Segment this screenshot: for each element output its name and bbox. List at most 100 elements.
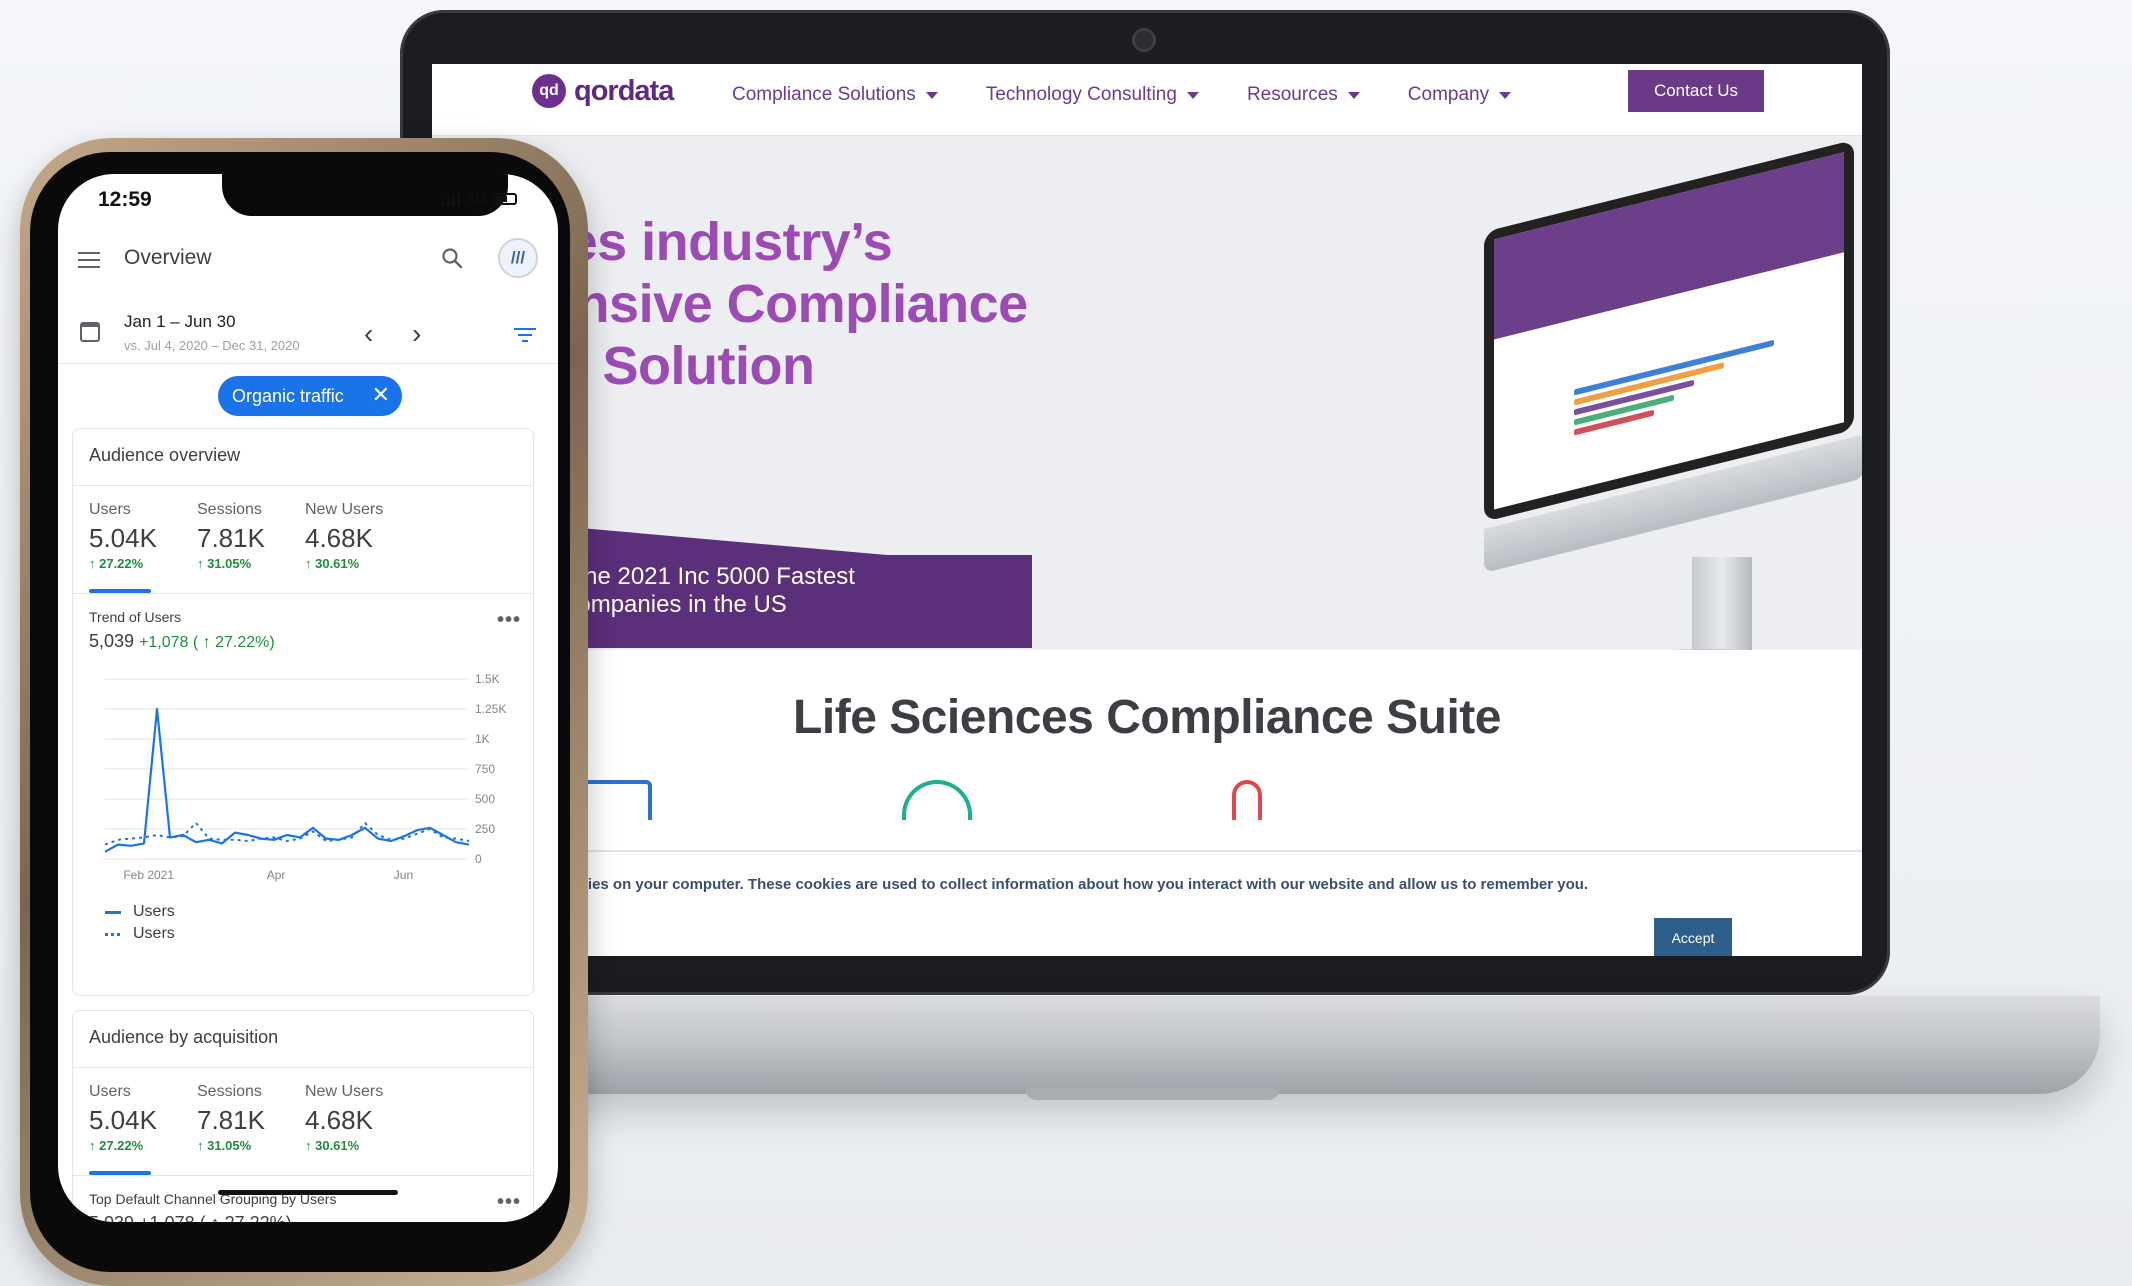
caret-down-icon	[925, 91, 938, 99]
signal-icon	[442, 192, 460, 206]
laptop-lid-notch	[1025, 1088, 1280, 1100]
monitor-stand	[1692, 557, 1752, 657]
avatar[interactable]: ///	[498, 238, 538, 278]
filter-icon[interactable]	[514, 328, 536, 346]
metric-label: Users	[89, 1083, 131, 1100]
laptop-screen: qd qordata Compliance Solutions Technolo…	[432, 64, 1862, 956]
nav-company[interactable]: Company	[1408, 84, 1512, 106]
more-options-icon[interactable]: •••	[497, 1191, 521, 1214]
accept-cookies-button[interactable]: Accept	[1654, 918, 1732, 956]
legend-label: Users	[133, 903, 175, 920]
caret-down-icon	[1347, 91, 1360, 99]
menu-icon[interactable]	[78, 252, 100, 268]
network-type: 4G	[466, 190, 488, 207]
legend-label: Users	[133, 925, 175, 942]
laptop-base	[340, 996, 2100, 1094]
filter-chip[interactable]: Organic traffic ✕	[218, 376, 402, 416]
metric-delta: ↑ 27.22%	[89, 556, 144, 571]
hero-section: ciences industry’s prehensive Compliance…	[432, 137, 1862, 665]
nav-resources[interactable]: Resources	[1247, 84, 1360, 106]
cookie-banner: s website stores cookies on your compute…	[432, 850, 1862, 956]
qordata-logo[interactable]: qd qordata	[532, 74, 674, 108]
y-tick-label: 500	[475, 792, 495, 806]
status-time: 12:59	[98, 188, 152, 211]
caret-down-icon	[1186, 91, 1199, 99]
monitor-chart-illustration	[1574, 335, 1794, 440]
calendar-icon	[80, 322, 100, 342]
trend-value: 5,039 +1,078 ( ↑ 27.22%)	[89, 631, 275, 652]
chevron-left-icon[interactable]: ‹	[364, 318, 373, 350]
metric-label: Sessions	[197, 501, 262, 518]
date-range: Jan 1 – Jun 30	[124, 312, 236, 331]
monitor-banner	[1494, 152, 1844, 340]
metric-sessions[interactable]: Sessions 7.81K ↑ 31.05%	[197, 1083, 265, 1153]
metric-new-users[interactable]: New Users 4.68K ↑ 30.61%	[305, 501, 383, 571]
trend-value-number: 5,039	[89, 631, 135, 651]
card-divider	[73, 593, 533, 594]
metric-delta: ↑ 27.22%	[89, 1138, 144, 1153]
search-icon[interactable]	[440, 246, 464, 270]
location-icon	[1232, 780, 1262, 820]
date-range-row[interactable]: Jan 1 – Jun 30 vs. Jul 4, 2020 – Dec 31,…	[58, 304, 558, 364]
x-tick-label: Jun	[394, 868, 413, 882]
metric-value: 5.04K	[89, 1105, 157, 1135]
more-options-icon[interactable]: •••	[497, 609, 521, 632]
y-tick-label: 1.25K	[475, 702, 506, 716]
nav-technology-consulting[interactable]: Technology Consulting	[986, 84, 1199, 106]
trend-title: Trend of Users	[89, 609, 182, 625]
trend-line-chart: 1.5K 1.25K 1K 750 500 250 0 Feb 2021 Apr Jun	[104, 672, 506, 882]
card-title: Audience overview	[89, 445, 241, 465]
page-title: Overview	[124, 246, 212, 269]
phone-screen: 12:59 4G Overview /// Jan 1 – Jun 30 vs.…	[58, 174, 558, 1222]
app-bar: Overview ///	[58, 232, 558, 292]
legend-item: Users	[105, 925, 175, 943]
metric-new-users[interactable]: New Users 4.68K ↑ 30.61%	[305, 1083, 383, 1153]
metric-users[interactable]: Users 5.04K ↑ 27.22%	[89, 1083, 157, 1153]
nav-compliance-solutions[interactable]: Compliance Solutions	[732, 84, 938, 106]
card-divider	[73, 1067, 533, 1068]
site-header: qd qordata Compliance Solutions Technolo…	[432, 64, 1862, 136]
metric-value: 7.81K	[197, 1105, 265, 1135]
signal-icon	[902, 780, 972, 820]
metric-value: 5.04K	[89, 523, 157, 553]
metric-label: Users	[89, 501, 131, 518]
y-tick-label: 0	[475, 852, 482, 866]
close-icon[interactable]: ✕	[372, 382, 390, 408]
y-tick-label: 1.5K	[475, 672, 500, 686]
suite-title: Life Sciences Compliance Suite	[793, 691, 1501, 744]
logo-text: qordata	[574, 74, 674, 107]
card-title: Audience by acquisition	[89, 1027, 279, 1047]
series-line-comparison	[104, 822, 470, 846]
caret-down-icon	[1499, 91, 1512, 99]
metric-label: New Users	[305, 501, 384, 518]
x-tick-label: Feb 2021	[123, 868, 174, 882]
x-tick-label: Apr	[267, 868, 286, 882]
metric-delta: ↑ 30.61%	[305, 556, 360, 571]
metric-value: 4.68K	[305, 1105, 373, 1135]
trend-delta: +1,078 ( ↑ 27.22%)	[139, 634, 275, 651]
card-divider	[73, 485, 533, 486]
metric-delta: ↑ 31.05%	[197, 556, 252, 571]
y-tick-label: 750	[475, 762, 495, 776]
metric-value: 4.68K	[305, 523, 373, 553]
legend-dotted-swatch	[105, 932, 121, 936]
main-nav: Compliance Solutions Technology Consulti…	[732, 84, 1512, 106]
metric-label: Sessions	[197, 1083, 262, 1100]
audience-overview-card: Audience overview Users 5.04K ↑ 27.22% S…	[72, 428, 534, 996]
series-line-users	[104, 707, 470, 853]
y-tick-label: 250	[475, 822, 495, 836]
y-tick-label: 1K	[475, 732, 490, 746]
contact-us-button[interactable]: Contact Us	[1628, 70, 1764, 112]
home-indicator	[218, 1190, 398, 1195]
metric-value: 7.81K	[197, 523, 265, 553]
metric-users[interactable]: Users 5.04K ↑ 27.22%	[89, 501, 157, 571]
card-divider	[73, 1175, 533, 1176]
chevron-right-icon[interactable]: ›	[412, 318, 421, 350]
battery-icon	[493, 193, 518, 205]
metric-sessions[interactable]: Sessions 7.81K ↑ 31.05%	[197, 501, 265, 571]
metric-delta: ↑ 30.61%	[305, 1138, 360, 1153]
legend-item: Users	[105, 903, 175, 921]
monitor-icon	[582, 780, 652, 820]
channel-grouping-value: 5,039 +1,078 ( ↑ 27.22%)	[89, 1213, 292, 1222]
metric-delta: ↑ 31.05%	[197, 1138, 252, 1153]
